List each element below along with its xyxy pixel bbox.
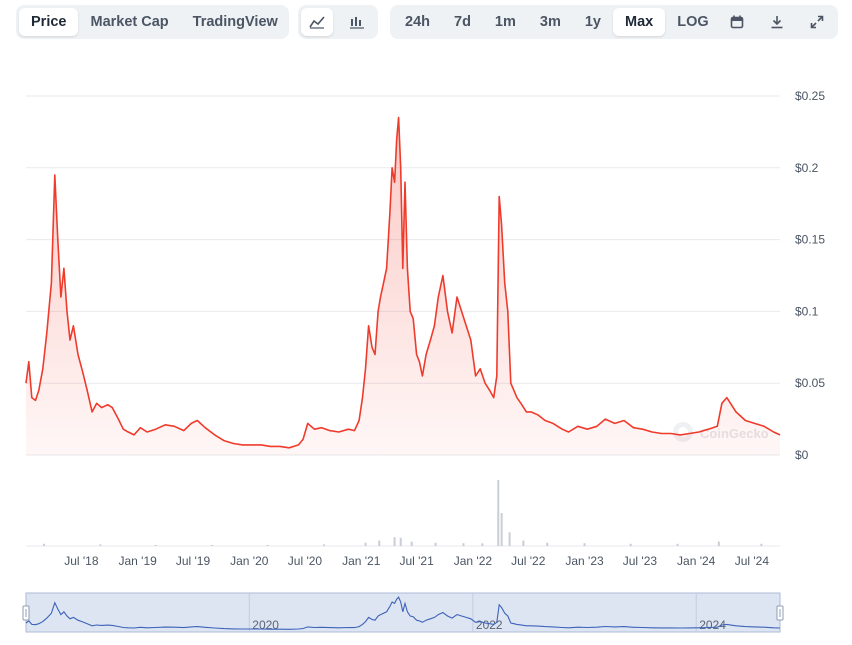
y-tick-label: $0.25 <box>795 89 825 103</box>
x-tick-label: Jan '24 <box>677 554 716 568</box>
y-tick-label: $0.15 <box>795 233 825 247</box>
y-tick-label: $0.05 <box>795 376 825 390</box>
volume-bar <box>500 513 503 546</box>
volume-bar <box>676 543 679 546</box>
x-tick-label: Jul '21 <box>399 554 434 568</box>
volume-bar <box>410 541 413 546</box>
navigator-window <box>25 592 781 633</box>
volume-bar <box>99 544 102 546</box>
volume-bar <box>43 543 46 546</box>
navigator-tick-label: 2020 <box>252 618 279 632</box>
x-tick-label: Jan '23 <box>565 554 604 568</box>
volume-bar <box>462 543 465 546</box>
y-axis-labels: $0 $0.05 $0.1 $0.15 $0.2 $0.25 <box>795 89 825 462</box>
volume-bar <box>522 540 525 546</box>
volume-bar <box>481 543 484 546</box>
volume-bar <box>266 544 269 546</box>
volume-bar <box>378 540 381 546</box>
x-tick-label: Jul '24 <box>735 554 770 568</box>
price-chart: $0$0.05$0.1$0.15$0.2$0.25 CoinGecko Jul … <box>22 89 825 633</box>
volume-series <box>43 480 763 546</box>
x-tick-label: Jul '19 <box>176 554 211 568</box>
range-navigator[interactable]: 2020 2022 2024 <box>22 592 784 633</box>
y-tick-label: $0.1 <box>795 304 819 318</box>
x-tick-label: Jan '19 <box>118 554 157 568</box>
x-axis-labels: Jul '18 Jan '19 Jul '19 Jan '20 Jul '20 Jan '… <box>64 554 769 568</box>
volume-bar <box>583 543 586 546</box>
volume-bar <box>508 532 511 546</box>
navigator-tick-label: 2022 <box>476 618 503 632</box>
volume-bar <box>717 541 720 546</box>
volume-bar <box>210 544 213 546</box>
volume-bar <box>364 542 367 546</box>
x-tick-label: Jul '20 <box>288 554 323 568</box>
volume-bar <box>154 544 157 546</box>
volume-bar <box>629 543 632 546</box>
volume-bar <box>434 542 437 546</box>
x-tick-label: Jul '18 <box>64 554 99 568</box>
volume-bar <box>760 543 763 546</box>
x-tick-label: Jan '20 <box>230 554 269 568</box>
y-tick-label: $0.2 <box>795 161 819 175</box>
x-tick-label: Jan '21 <box>342 554 381 568</box>
volume-bar <box>546 542 549 546</box>
volume-bar <box>497 480 500 546</box>
volume-bar <box>322 544 325 546</box>
volume-bar <box>393 537 396 546</box>
x-tick-label: Jan '22 <box>454 554 493 568</box>
volume-bar <box>399 537 402 546</box>
y-tick-label: $0 <box>795 448 809 462</box>
x-tick-label: Jul '22 <box>511 554 546 568</box>
x-tick-label: Jul '23 <box>623 554 658 568</box>
